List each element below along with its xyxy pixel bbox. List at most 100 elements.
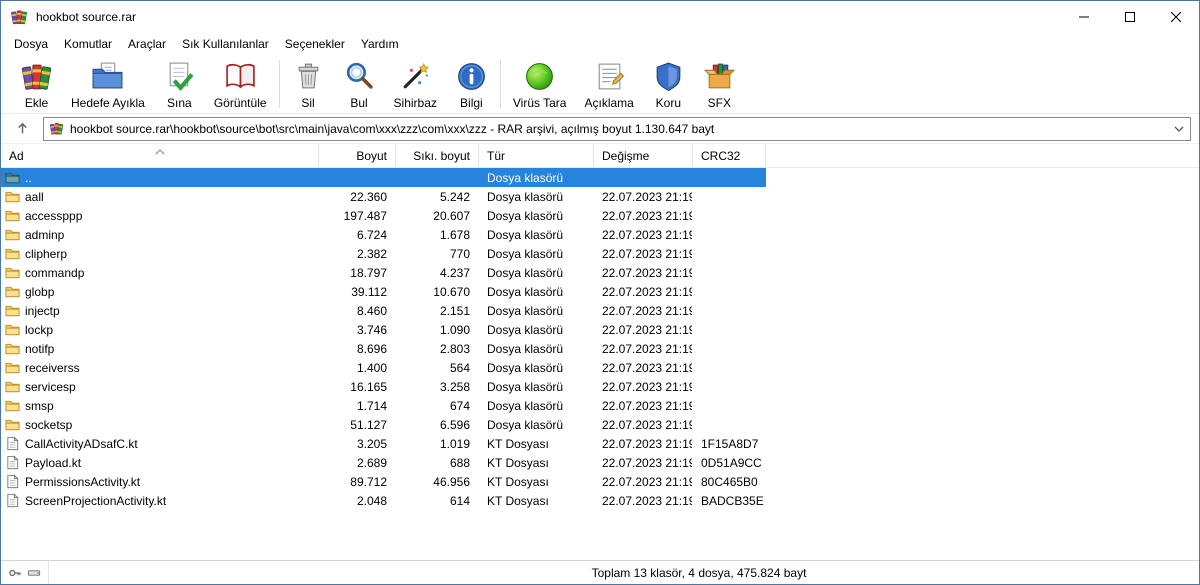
toolbar-button-s-na[interactable]: Sına <box>154 57 205 113</box>
file-modified: 22.07.2023 21:19 <box>594 301 693 320</box>
file-row-smsp[interactable]: smsp1.714674Dosya klasörü22.07.2023 21:1… <box>1 396 766 415</box>
file-name: servicesp <box>25 380 76 394</box>
file-row-permissionsactivity-kt[interactable]: PermissionsActivity.kt89.71246.956KT Dos… <box>1 472 766 491</box>
toolbar-button-g-r-nt-le[interactable]: Görüntüle <box>205 57 276 113</box>
file-row-payload-kt[interactable]: Payload.kt2.689688KT Dosyası22.07.2023 2… <box>1 453 766 472</box>
file-row-globp[interactable]: globp39.11210.670Dosya klasörü22.07.2023… <box>1 282 766 301</box>
file-row-adminp[interactable]: adminp6.7241.678Dosya klasörü22.07.2023 … <box>1 225 766 244</box>
file-crc32 <box>693 320 766 339</box>
maximize-button[interactable] <box>1107 1 1153 33</box>
key-icon <box>8 566 22 580</box>
file-row-screenprojectionactivity-kt[interactable]: ScreenProjectionActivity.kt2.048614KT Do… <box>1 491 766 510</box>
file-name-cell: accessppp <box>1 206 319 225</box>
toolbar-separator <box>500 60 501 108</box>
toolbar-button-label: Açıklama <box>584 96 633 110</box>
file-type: Dosya klasörü <box>479 396 594 415</box>
folder-icon <box>5 189 20 204</box>
file-name: adminp <box>25 228 64 242</box>
toolbar-button-vir-s-tara[interactable]: Virüs Tara <box>504 57 576 113</box>
minimize-icon <box>1079 12 1089 22</box>
file-size: 2.048 <box>319 491 396 510</box>
winrar-app-icon <box>10 8 28 26</box>
file-row-commandp[interactable]: commandp18.7974.237Dosya klasörü22.07.20… <box>1 263 766 282</box>
address-bar: hookbot source.rar\hookbot\source\bot\sr… <box>1 114 1199 144</box>
menu-item-dosya[interactable]: Dosya <box>6 35 56 53</box>
folder-icon <box>5 360 20 375</box>
toolbar-button-ekle[interactable]: Ekle <box>11 57 62 113</box>
file-size: 1.400 <box>319 358 396 377</box>
toolbar-button-label: Sihirbaz <box>394 96 437 110</box>
folder-icon <box>5 284 20 299</box>
file-packed-size: 1.019 <box>396 434 479 453</box>
toolbar-button-bul[interactable]: Bul <box>334 57 385 113</box>
file-crc32 <box>693 187 766 206</box>
file-name-cell: globp <box>1 282 319 301</box>
file-row-callactivityadsafc-kt[interactable]: CallActivityADsafC.kt3.2051.019KT Dosyas… <box>1 434 766 453</box>
file-type: Dosya klasörü <box>479 225 594 244</box>
toolbar-button-sfx[interactable]: SFX <box>694 57 745 113</box>
column-headers: AdBoyutSıkı. boyut Tür Değişme CRC32 <box>1 144 1199 168</box>
close-button[interactable] <box>1153 1 1199 33</box>
menu-item-ara-lar[interactable]: Araçlar <box>120 35 174 53</box>
column-header-de-i-me[interactable]: Değişme <box>594 144 693 167</box>
file-row-clipherp[interactable]: clipherp2.382770Dosya klasörü22.07.2023 … <box>1 244 766 263</box>
file-row-receiverss[interactable]: receiverss1.400564Dosya klasörü22.07.202… <box>1 358 766 377</box>
file-row-lockp[interactable]: lockp3.7461.090Dosya klasörü22.07.2023 2… <box>1 320 766 339</box>
status-bar: Toplam 13 klasör, 4 dosya, 475.824 bayt <box>1 560 1199 584</box>
toolbar-button-label: Sına <box>167 96 192 110</box>
file-row-socketsp[interactable]: socketsp51.1276.596Dosya klasörü22.07.20… <box>1 415 766 434</box>
archive-path: hookbot source.rar\hookbot\source\bot\sr… <box>70 122 1164 136</box>
column-header-s-k-boyut[interactable]: Sıkı. boyut <box>396 144 479 167</box>
file-row-accessppp[interactable]: accessppp197.48720.607Dosya klasörü22.07… <box>1 206 766 225</box>
file-row-parent-directory[interactable]: ..Dosya klasörü <box>1 168 766 187</box>
file-name: PermissionsActivity.kt <box>25 475 140 489</box>
file-row-injectp[interactable]: injectp8.4602.151Dosya klasörü22.07.2023… <box>1 301 766 320</box>
menu-item-yard-m[interactable]: Yardım <box>353 35 407 53</box>
toolbar-button-hedefe-ay-kla[interactable]: Hedefe Ayıkla <box>62 57 154 113</box>
combobox-dropdown-button[interactable] <box>1170 119 1188 139</box>
file-name-cell: ScreenProjectionActivity.kt <box>1 491 319 510</box>
file-crc32 <box>693 358 766 377</box>
file-packed-size: 2.803 <box>396 339 479 358</box>
column-header-label: Değişme <box>602 149 649 163</box>
toolbar-button-bilgi[interactable]: Bilgi <box>446 57 497 113</box>
folder-icon <box>5 322 20 337</box>
up-directory-button[interactable] <box>11 118 33 140</box>
test-icon <box>163 60 196 93</box>
file-row-notifp[interactable]: notifp8.6962.803Dosya klasörü22.07.2023 … <box>1 339 766 358</box>
column-header-ad[interactable]: Ad <box>1 144 319 167</box>
column-header-label: Tür <box>487 149 505 163</box>
toolbar-button-a-klama[interactable]: Açıklama <box>575 57 642 113</box>
file-row-servicesp[interactable]: servicesp16.1653.258Dosya klasörü22.07.2… <box>1 377 766 396</box>
file-packed-size: 1.090 <box>396 320 479 339</box>
toolbar-button-sil[interactable]: Sil <box>283 57 334 113</box>
file-modified: 22.07.2023 21:19 <box>594 377 693 396</box>
menu-item-se-enekler[interactable]: Seçenekler <box>277 35 353 53</box>
column-header-t-r[interactable]: Tür <box>479 144 594 167</box>
file-crc32: BADCB35E <box>693 491 766 510</box>
path-combobox[interactable]: hookbot source.rar\hookbot\source\bot\sr… <box>43 117 1191 141</box>
file-modified <box>594 168 693 187</box>
file-row-aall[interactable]: aall22.3605.242Dosya klasörü22.07.2023 2… <box>1 187 766 206</box>
minimize-button[interactable] <box>1061 1 1107 33</box>
menu-item-komutlar[interactable]: Komutlar <box>56 35 120 53</box>
column-header-boyut[interactable]: Boyut <box>319 144 396 167</box>
file-type: Dosya klasörü <box>479 415 594 434</box>
toolbar-button-label: Koru <box>656 96 681 110</box>
file-type: Dosya klasörü <box>479 301 594 320</box>
chevron-down-icon <box>1174 126 1184 132</box>
file-name-cell: CallActivityADsafC.kt <box>1 434 319 453</box>
column-header-crc32[interactable]: CRC32 <box>693 144 766 167</box>
toolbar: EkleHedefe Ayıkla Sına GörüntüleSilBul Sihi… <box>1 54 1199 114</box>
file-crc32 <box>693 263 766 282</box>
file-name-cell: aall <box>1 187 319 206</box>
toolbar-button-koru[interactable]: Koru <box>643 57 694 113</box>
toolbar-button-sihirbaz[interactable]: Sihirbaz <box>385 57 446 113</box>
menu-item-s-k-kullan-lanlar[interactable]: Sık Kullanılanlar <box>174 35 277 53</box>
file-crc32 <box>693 415 766 434</box>
file-size: 8.460 <box>319 301 396 320</box>
file-size: 3.746 <box>319 320 396 339</box>
file-modified: 22.07.2023 21:19 <box>594 472 693 491</box>
winrar-archive-icon <box>49 121 64 136</box>
file-type: KT Dosyası <box>479 472 594 491</box>
